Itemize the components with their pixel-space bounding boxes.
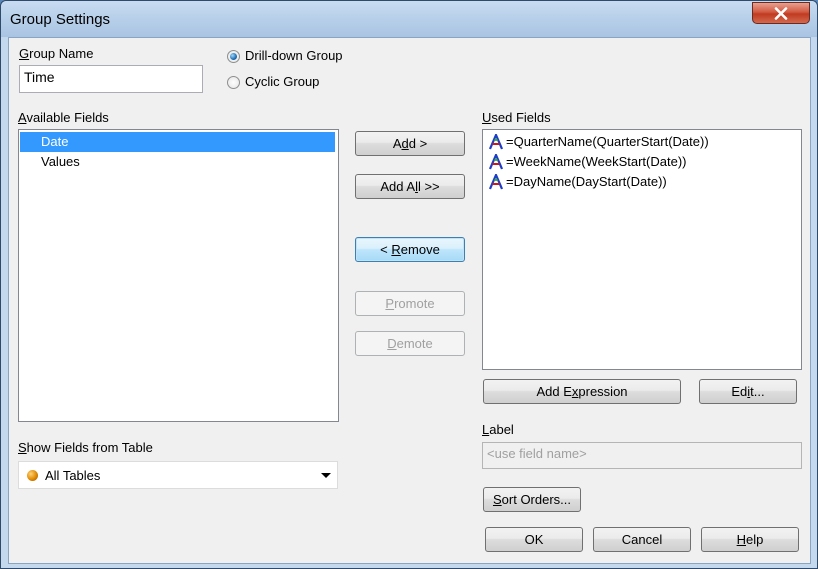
title-bar[interactable]: Group Settings bbox=[1, 1, 817, 37]
expression-field-icon bbox=[489, 154, 503, 170]
list-item[interactable]: Values bbox=[20, 152, 335, 172]
show-fields-table-select[interactable]: All Tables bbox=[18, 461, 338, 489]
group-name-input[interactable]: Time bbox=[19, 65, 203, 93]
list-item[interactable]: =QuarterName(QuarterStart(Date)) bbox=[484, 132, 798, 152]
cyclic-radio[interactable] bbox=[227, 76, 240, 89]
cancel-button[interactable]: Cancel bbox=[593, 527, 691, 552]
used-fields-list[interactable]: =QuarterName(QuarterStart(Date)) =WeekNa… bbox=[482, 129, 802, 370]
label-input[interactable]: <use field name> bbox=[482, 442, 802, 469]
dialog-window: Group Settings Group Name Time Drill-dow… bbox=[0, 0, 818, 569]
edit-button[interactable]: Edit... bbox=[699, 379, 797, 404]
available-fields-label: Available Fields bbox=[18, 110, 109, 125]
list-item[interactable]: Date bbox=[20, 132, 335, 152]
dialog-client-area: Group Name Time Drill-down Group Cyclic … bbox=[8, 37, 811, 564]
show-fields-selected-value: All Tables bbox=[45, 468, 101, 483]
demote-button[interactable]: Demote bbox=[355, 331, 465, 356]
window-title: Group Settings bbox=[10, 11, 111, 28]
remove-button[interactable]: < Remove bbox=[355, 237, 465, 262]
close-icon bbox=[774, 6, 788, 20]
list-item[interactable]: =DayName(DayStart(Date)) bbox=[484, 172, 798, 192]
close-button[interactable] bbox=[752, 2, 810, 24]
group-name-label: Group Name bbox=[19, 46, 94, 61]
show-fields-label: Show Fields from Table bbox=[18, 440, 153, 455]
label-field-label: Label bbox=[482, 422, 514, 437]
available-fields-list[interactable]: Date Values bbox=[18, 129, 339, 422]
promote-button[interactable]: Promote bbox=[355, 291, 465, 316]
used-fields-label: Used Fields bbox=[482, 110, 551, 125]
drill-down-label[interactable]: Drill-down Group bbox=[245, 48, 343, 63]
table-dot-icon bbox=[27, 470, 38, 481]
help-button[interactable]: Help bbox=[701, 527, 799, 552]
ok-button[interactable]: OK bbox=[485, 527, 583, 552]
cyclic-label[interactable]: Cyclic Group bbox=[245, 74, 319, 89]
add-all-button[interactable]: Add All >> bbox=[355, 174, 465, 199]
drill-down-radio[interactable] bbox=[227, 50, 240, 63]
expression-field-icon bbox=[489, 174, 503, 190]
chevron-down-icon[interactable] bbox=[321, 473, 331, 478]
expression-field-icon bbox=[489, 134, 503, 150]
add-expression-button[interactable]: Add Expression bbox=[483, 379, 681, 404]
list-item[interactable]: =WeekName(WeekStart(Date)) bbox=[484, 152, 798, 172]
add-button[interactable]: Add > bbox=[355, 131, 465, 156]
sort-orders-button[interactable]: Sort Orders... bbox=[483, 487, 581, 512]
